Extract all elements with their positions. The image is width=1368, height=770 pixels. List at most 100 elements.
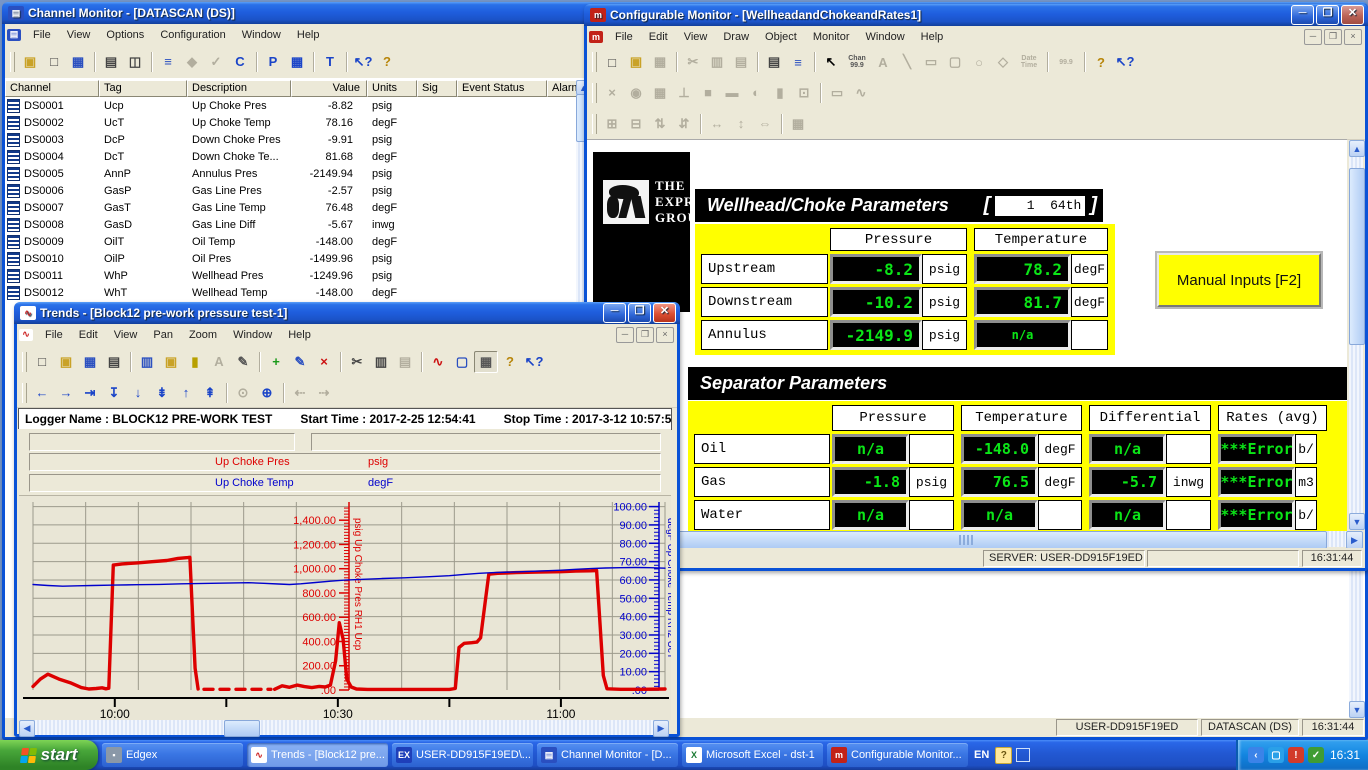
channel-row-ds0003[interactable]: DS0003DcPDown Choke Pres-9.91psig	[5, 131, 583, 148]
toolbar-grip[interactable]	[22, 383, 27, 403]
print-icon[interactable]: ▤	[102, 351, 126, 373]
new-icon[interactable]: □	[42, 51, 66, 73]
report-icon[interactable]: ≡	[786, 51, 810, 73]
rescan-icon[interactable]: C	[228, 51, 252, 73]
edit-trace-icon[interactable]: ✎	[288, 351, 312, 373]
scroll-thumb[interactable]	[224, 720, 260, 737]
scroll-down-icon[interactable]: ▼	[1349, 513, 1365, 530]
scroll-down-icon[interactable]: ▼	[1349, 701, 1365, 718]
mdi-close-icon[interactable]: ×	[656, 327, 674, 343]
print-icon[interactable]: ▤	[762, 51, 786, 73]
scroll-left-icon[interactable]: ◀	[19, 720, 35, 737]
legend-row-pressure[interactable]: Up Choke Pres psig	[29, 453, 661, 471]
menu-item-window[interactable]: Window	[234, 26, 289, 44]
maximize-button[interactable]: ❒	[1316, 5, 1339, 25]
channel-row-ds0012[interactable]: DS0012WhTWellhead Temp-148.00degF	[5, 284, 583, 301]
hide-icons-chevron[interactable]: ‹	[1248, 747, 1264, 763]
column-header-channel[interactable]: Channel	[5, 80, 99, 97]
context-help-icon[interactable]: ↖?	[522, 351, 546, 373]
text-icon[interactable]: T	[318, 51, 342, 73]
close-button[interactable]: ✕	[653, 303, 676, 323]
print-icon[interactable]: ▤	[99, 51, 123, 73]
zoom-in-icon[interactable]: ⊕	[255, 382, 279, 404]
help-icon[interactable]: ?	[375, 51, 399, 73]
channel-row-ds0006[interactable]: DS0006GasPGas Line Pres-2.57psig	[5, 182, 583, 199]
channel-row-ds0008[interactable]: DS0008GasDGas Line Diff-5.67inwg	[5, 216, 583, 233]
trends-hscrollbar[interactable]: ◀ ▶	[19, 720, 669, 735]
config-monitor-titlebar[interactable]: m Configurable Monitor - [WellheadandCho…	[584, 4, 1368, 26]
column-header-tag[interactable]: Tag	[99, 80, 187, 97]
menu-item-file[interactable]: File	[607, 28, 641, 46]
menu-item-window[interactable]: Window	[225, 326, 280, 344]
channel-row-ds0005[interactable]: DS0005AnnPAnnulus Pres-2149.94psig	[5, 165, 583, 182]
mdi-restore-icon[interactable]: ❒	[636, 327, 654, 343]
legend-row-temperature[interactable]: Up Choke Temp degF	[29, 474, 661, 492]
menu-item-options[interactable]: Options	[98, 26, 152, 44]
close-button[interactable]: ✕	[1341, 5, 1364, 25]
open-icon[interactable]: ▣	[624, 51, 648, 73]
scroll-right-icon[interactable]: ▶	[653, 720, 669, 737]
open-logger-icon[interactable]: ▣	[159, 351, 183, 373]
chart-icon[interactable]: ▥	[135, 351, 159, 373]
mdi-minimize-icon[interactable]: ─	[616, 327, 634, 343]
menu-item-help[interactable]: Help	[289, 26, 328, 44]
menu-item-view[interactable]: View	[106, 326, 146, 344]
config-hscrollbar[interactable]: ◀ ▶	[589, 531, 1363, 547]
minimize-button[interactable]: ─	[603, 303, 626, 323]
desk-toggle-icon[interactable]	[1016, 748, 1030, 762]
scroll-up-icon[interactable]: ▲	[1349, 140, 1365, 157]
taskbar-item-2[interactable]: ∿Trends - [Block12 pre...	[247, 743, 388, 767]
channel-row-ds0002[interactable]: DS0002UcTUp Choke Temp78.16degF	[5, 114, 583, 131]
help-icon[interactable]: ?	[498, 351, 522, 373]
mdi-minimize-icon[interactable]: ─	[1304, 29, 1322, 45]
maximize-button[interactable]: ❒	[628, 303, 651, 323]
menu-item-pan[interactable]: Pan	[145, 326, 181, 344]
menu-item-monitor[interactable]: Monitor	[805, 28, 858, 46]
save-icon[interactable]: ▦	[66, 51, 90, 73]
channel-row-ds0004[interactable]: DS0004DcTDown Choke Te...81.68degF	[5, 148, 583, 165]
pan-down-step-icon[interactable]: ↧	[102, 382, 126, 404]
database-icon[interactable]: ▮	[183, 351, 207, 373]
channel-row-ds0010[interactable]: DS0010OilPOil Pres-1499.96psig	[5, 250, 583, 267]
poll-icon[interactable]: P	[261, 51, 285, 73]
help-icon[interactable]: ?	[1089, 51, 1113, 73]
delete-trace-icon[interactable]: ×	[312, 351, 336, 373]
toolbar-grip[interactable]	[10, 52, 15, 72]
taskbar-item-3[interactable]: EXUSER-DD915F19ED\...	[392, 743, 533, 767]
context-help-icon[interactable]: ↖?	[351, 51, 375, 73]
taskbar-item-5[interactable]: XMicrosoft Excel - dst-1	[682, 743, 823, 767]
channel-value-icon[interactable]: Chan 99.9	[843, 51, 871, 73]
legend-empty-box[interactable]	[29, 433, 295, 451]
security-alert-icon[interactable]: !	[1288, 747, 1304, 763]
antivirus-icon[interactable]: ✓	[1308, 747, 1324, 763]
menu-item-file[interactable]: File	[25, 26, 59, 44]
trends-titlebar[interactable]: ∿ Trends - [Block12 pre-work pressure te…	[14, 302, 680, 324]
grid-icon[interactable]: ▦	[285, 51, 309, 73]
menu-item-file[interactable]: File	[37, 326, 71, 344]
menu-item-configuration[interactable]: Configuration	[152, 26, 233, 44]
column-header-units[interactable]: Units	[367, 80, 417, 97]
config-vscrollbar[interactable]: ▲ ▼	[1349, 140, 1363, 530]
display-icon[interactable]: ▢	[450, 351, 474, 373]
pan-right-icon[interactable]: →	[54, 382, 78, 404]
taskbar-item-6[interactable]: mConfigurable Monitor...	[827, 743, 968, 767]
pan-to-end-icon[interactable]: ⇥	[78, 382, 102, 404]
context-help-icon[interactable]: ↖?	[1113, 51, 1137, 73]
open-icon[interactable]: ▣	[18, 51, 42, 73]
menu-item-draw[interactable]: Draw	[715, 28, 757, 46]
toolbar-grip[interactable]	[592, 52, 597, 72]
channel-row-ds0001[interactable]: DS0001UcpUp Choke Pres-8.82psig	[5, 97, 583, 114]
new-icon[interactable]: □	[600, 51, 624, 73]
column-header-sig[interactable]: Sig	[417, 80, 457, 97]
scroll-thumb[interactable]	[1349, 168, 1365, 345]
mdi-close-icon[interactable]: ×	[1344, 29, 1362, 45]
menu-item-view[interactable]: View	[59, 26, 99, 44]
menu-item-zoom[interactable]: Zoom	[181, 326, 225, 344]
menu-item-help[interactable]: Help	[280, 326, 319, 344]
column-header-event-status[interactable]: Event Status	[457, 80, 547, 97]
taskbar-item-1[interactable]: ▪Edgex	[102, 743, 243, 767]
taskbar-item-4[interactable]: ▤Channel Monitor - [D...	[537, 743, 678, 767]
notes-icon[interactable]: ✎	[231, 351, 255, 373]
manual-inputs-button[interactable]: Manual Inputs [F2]	[1157, 253, 1321, 307]
toolbar-grip[interactable]	[592, 83, 597, 103]
